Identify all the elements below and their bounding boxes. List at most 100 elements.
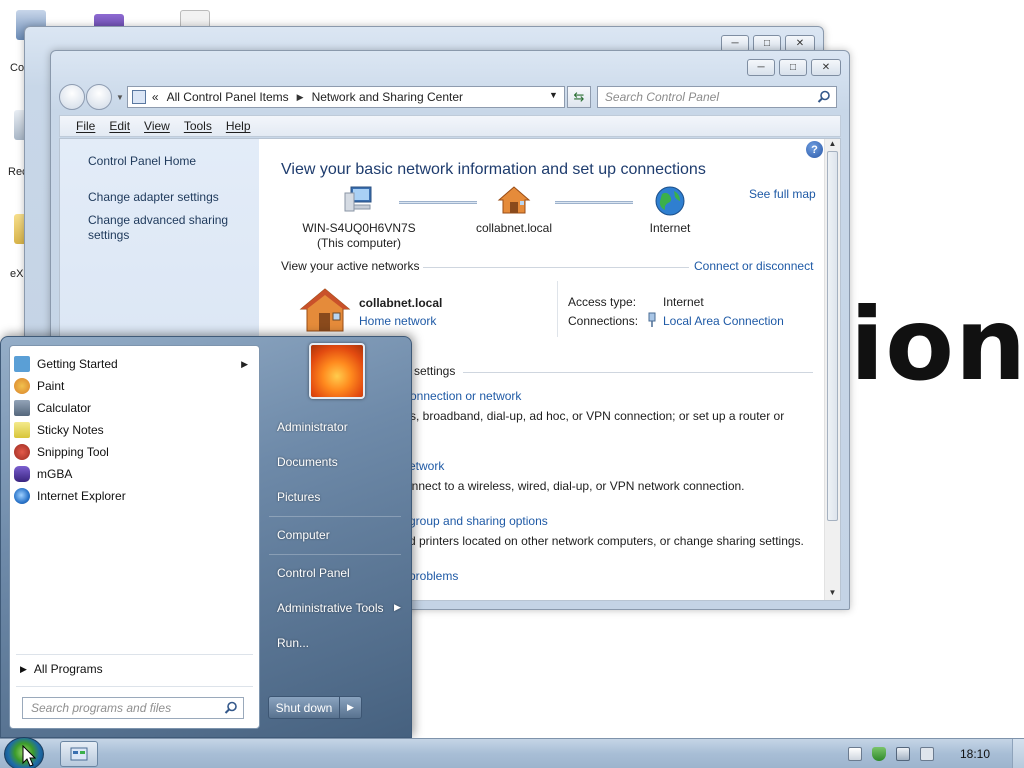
computer-name: WIN-S4UQ0H6VN7S [302,221,416,235]
all-programs-button[interactable]: ▶ All Programs [20,662,103,676]
taskbar-control-panel-button[interactable] [60,741,98,767]
security-shield-icon[interactable] [872,747,886,761]
mgba-icon [14,466,30,482]
volume-muted-icon[interactable] [920,747,934,761]
page-title: View your basic network information and … [281,161,706,178]
user-account-picture[interactable] [309,343,365,399]
start-search-input[interactable]: Search programs and files [22,697,244,719]
connections-label: Connections: [568,314,639,328]
program-label: Sticky Notes [37,423,104,437]
scroll-down-arrow[interactable]: ▼ [825,588,840,600]
change-adapter-settings-link[interactable]: Change adapter settings [88,190,219,205]
close-button[interactable]: ✕ [811,59,841,76]
search-control-panel-input[interactable]: Search Control Panel [596,86,837,108]
homegroup-sharing-link[interactable]: group and sharing options [409,514,548,528]
refresh-icon: ⇆ [573,89,585,104]
system-clock[interactable]: 18:10 [960,747,990,761]
homegroup-sharing-desc: d printers located on other network comp… [409,534,804,548]
local-area-connection-link[interactable]: Local Area Connection [663,314,784,328]
computer-icon [344,186,372,212]
access-type-label: Access type: [568,295,637,309]
menu-file[interactable]: File [76,119,95,133]
scroll-up-arrow[interactable]: ▲ [825,139,840,151]
program-snipping-tool[interactable]: Snipping Tool [12,442,256,462]
start-item-administrative-tools[interactable]: Administrative Tools [277,601,384,615]
action-center-icon[interactable] [848,747,862,761]
menu-bar: File Edit View Tools Help [59,115,841,137]
help-icon[interactable]: ? [806,141,823,158]
menu-view[interactable]: View [144,119,170,133]
connect-or-disconnect-link[interactable]: Connect or disconnect [694,259,813,273]
start-item-run[interactable]: Run... [277,636,309,650]
menu-help[interactable]: Help [226,119,251,133]
menu-tools[interactable]: Tools [184,119,212,133]
search-placeholder: Search Control Panel [604,90,719,104]
scrollbar-thumb[interactable] [827,151,838,521]
show-desktop-button[interactable] [1012,739,1024,768]
program-label: mGBA [37,467,73,481]
minimize-button[interactable]: ─ [747,59,775,76]
program-label: Snipping Tool [37,445,109,459]
maximize-button[interactable]: □ [779,59,807,76]
sticky-notes-icon [14,422,30,438]
address-bar[interactable]: « All Control Panel Items ▶ Network and … [126,86,565,108]
breadcrumb-overflow[interactable]: « [152,90,159,104]
access-type-value: Internet [663,295,704,309]
breadcrumb-arrow-icon[interactable]: ▶ [297,92,304,103]
troubleshoot-problems-link[interactable]: problems [409,569,458,583]
home-network-link[interactable]: Home network [359,314,436,328]
shutdown-control: Shut down ▶ [268,696,362,719]
start-item-documents[interactable]: Documents [277,455,338,469]
control-panel-home-link[interactable]: Control Panel Home [88,154,196,169]
vertical-scrollbar[interactable]: ▲ ▼ [824,139,840,600]
internet-explorer-icon [14,488,30,504]
vertical-divider [557,281,558,337]
active-networks-title: View your active networks [281,259,420,273]
program-label: Paint [37,379,65,393]
start-item-administrator[interactable]: Administrator [277,420,348,434]
calculator-icon [14,400,30,416]
start-menu-divider [269,554,401,555]
connection-line [555,201,633,204]
program-calculator[interactable]: Calculator [12,398,256,418]
change-settings-title: settings [414,364,456,378]
shutdown-button[interactable]: Shut down [268,696,340,719]
submenu-arrow-icon: ▶ [241,358,248,369]
program-paint[interactable]: Paint [12,376,256,396]
snipping-tool-icon [14,444,30,460]
search-icon[interactable] [224,701,238,715]
address-dropdown-icon[interactable]: ▼ [549,90,558,100]
refresh-button[interactable]: ⇆ [566,86,591,108]
change-advanced-sharing-link[interactable]: Change advanced sharing settings [88,213,238,243]
all-programs-arrow-icon: ▶ [20,663,27,674]
program-getting-started[interactable]: Getting Started ▶ [12,354,256,374]
start-item-computer[interactable]: Computer [277,528,330,542]
program-mgba[interactable]: mGBA [12,464,256,484]
program-label: Calculator [37,401,92,415]
start-search-placeholder: Search programs and files [31,701,172,715]
recent-pages-dropdown[interactable]: ▼ [116,93,124,102]
search-icon[interactable] [817,90,831,104]
forward-button[interactable] [86,84,112,110]
breadcrumb-network-sharing-center[interactable]: Network and Sharing Center [312,90,463,104]
connection-line [399,201,477,204]
background-text: ion [850,286,1024,403]
start-menu-divider [16,686,253,687]
start-item-pictures[interactable]: Pictures [277,490,320,504]
setup-connection-link[interactable]: onnection or network [410,389,521,403]
start-item-control-panel[interactable]: Control Panel [277,566,350,580]
menu-edit[interactable]: Edit [109,119,130,133]
program-label: Getting Started [37,357,118,371]
breadcrumb-all-control-panel-items[interactable]: All Control Panel Items [167,90,289,104]
see-full-map-link[interactable]: See full map [749,187,816,201]
back-button[interactable] [59,84,85,110]
window-caption-buttons: ─ □ ✕ [747,59,841,76]
control-panel-icon [131,90,146,104]
all-programs-label: All Programs [33,662,103,676]
program-internet-explorer[interactable]: Internet Explorer [12,486,256,506]
connect-to-network-link[interactable]: etwork [409,459,444,473]
program-sticky-notes[interactable]: Sticky Notes [12,420,256,440]
computer-subtitle: (This computer) [316,236,402,250]
shutdown-options-button[interactable]: ▶ [340,696,362,719]
network-icon[interactable] [896,747,910,761]
